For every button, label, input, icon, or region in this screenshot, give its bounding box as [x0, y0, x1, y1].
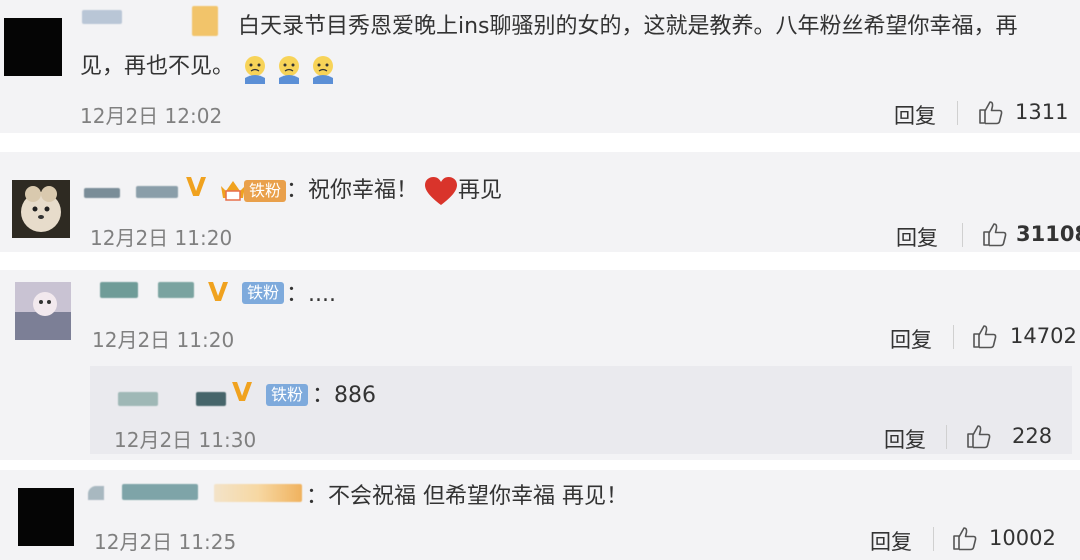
thumbs-up-icon[interactable]: [972, 323, 998, 349]
like-count: 14702: [1010, 324, 1077, 348]
divider: [957, 101, 958, 125]
username-blurred[interactable]: [122, 484, 198, 500]
reply-button[interactable]: 回复: [896, 222, 938, 252]
comment-card: 白天录节目秀恩爱晚上ins聊骚别的女的，这就是教养。八年粉丝希望你幸福，再 见，…: [0, 0, 1080, 133]
username-blurred[interactable]: [158, 282, 194, 298]
divider: [953, 325, 954, 349]
user-badge-blurred: [192, 6, 218, 36]
comment-timestamp: 12月2日 11:20: [90, 226, 233, 250]
verified-v-icon: V: [186, 173, 207, 203]
avatar[interactable]: [18, 488, 74, 546]
username-blurred[interactable]: [88, 486, 104, 500]
divider: [946, 425, 947, 449]
comment-text-after-heart: 再见: [458, 178, 503, 203]
comment-timestamp: 12月2日 12:02: [80, 104, 223, 128]
fan-badge: 铁粉: [242, 282, 285, 304]
user-badge-blurred: [214, 484, 302, 502]
comment-card: ：不会祝福 但希望你幸福 再见！ 12月2日 11:25 回复 10002: [0, 470, 1080, 560]
heart-icon: [425, 177, 457, 205]
thumbs-up-icon[interactable]: [978, 99, 1004, 125]
username-blurred[interactable]: [82, 10, 122, 24]
comment-card: V 铁粉 ：祝你幸福！ 再见 12月2日 11:20 回复 31108: [0, 152, 1080, 252]
comment-timestamp: 12月2日 11:25: [94, 530, 237, 554]
avatar[interactable]: [15, 282, 71, 340]
sad-face-emoji-icon: [313, 56, 333, 84]
thumbs-up-icon[interactable]: [982, 221, 1008, 247]
sub-reply: V 铁粉 ：886 12月2日 11:30 回复 228: [90, 366, 1072, 454]
like-count: 228: [1012, 424, 1053, 448]
verified-v-icon: V: [208, 278, 229, 308]
reply-timestamp: 12月2日 11:30: [114, 428, 257, 452]
comment-text: ：祝你幸福！: [286, 178, 419, 203]
reply-button[interactable]: 回复: [894, 100, 936, 130]
username-blurred[interactable]: [84, 188, 120, 198]
comment-timestamp: 12月2日 11:20: [92, 328, 235, 352]
sad-face-emoji-icon: [245, 56, 265, 84]
divider: [933, 527, 934, 551]
thumbs-up-icon[interactable]: [966, 423, 992, 449]
reply-text: ：886: [312, 383, 376, 408]
verified-v-icon: V: [232, 378, 253, 408]
avatar[interactable]: [4, 18, 62, 76]
divider: [962, 223, 963, 247]
comment-text: 白天录节目秀恩爱晚上ins聊骚别的女的，这就是教养。八年粉丝希望你幸福，再: [238, 14, 1018, 39]
like-count: 1311: [1015, 100, 1069, 124]
username-blurred[interactable]: [196, 392, 226, 406]
username-blurred[interactable]: [136, 186, 178, 198]
comment-text: ：不会祝福 但希望你幸福 再见！: [306, 484, 628, 509]
fan-badge: 铁粉: [266, 384, 309, 406]
reply-button[interactable]: 回复: [884, 424, 926, 454]
comment-text-continued: 见，再也不见。: [80, 54, 235, 79]
username-blurred[interactable]: [118, 392, 158, 406]
sad-face-emoji-icon: [279, 56, 299, 84]
like-count: 31108: [1016, 222, 1080, 246]
comment-card: V 铁粉 ：.... 12月2日 11:20 回复 14702 V 铁粉 ：88…: [0, 270, 1080, 460]
avatar[interactable]: [12, 180, 70, 238]
like-count: 10002: [989, 526, 1056, 550]
reply-button[interactable]: 回复: [870, 526, 912, 556]
comment-text: ：....: [286, 282, 336, 307]
reply-button[interactable]: 回复: [890, 324, 932, 354]
fan-badge: 铁粉: [244, 180, 287, 202]
username-blurred[interactable]: [100, 282, 138, 298]
thumbs-up-icon[interactable]: [952, 525, 978, 551]
